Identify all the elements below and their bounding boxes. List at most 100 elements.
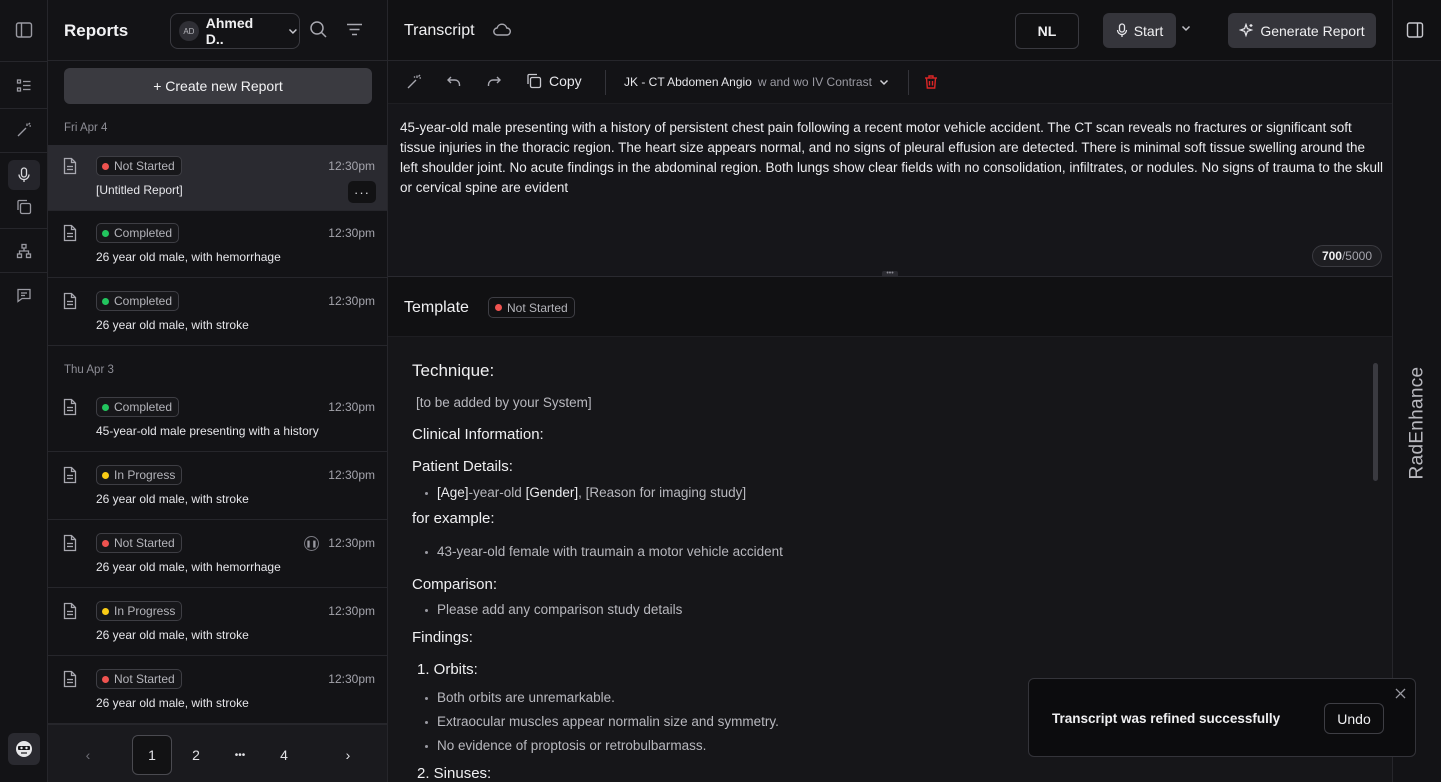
copy-button[interactable]: Copy: [526, 73, 582, 89]
undo-button[interactable]: Undo: [1324, 703, 1384, 734]
report-item[interactable]: Not Started ❚❚ 12:30pm 26 year old male,…: [48, 522, 387, 588]
section-heading: for example:: [412, 510, 495, 527]
char-max: /5000: [1341, 249, 1372, 263]
status-badge: Not Started: [96, 156, 182, 176]
page-button[interactable]: 2: [176, 735, 216, 775]
report-item[interactable]: In Progress 12:30pm 26 year old male, wi…: [48, 454, 387, 520]
mic-icon[interactable]: [8, 160, 40, 190]
magic-wand-icon[interactable]: [406, 74, 422, 93]
list-icon[interactable]: [8, 71, 40, 101]
copy-pages-icon[interactable]: [8, 192, 40, 222]
status-badge: Not Started: [96, 669, 182, 689]
report-time: 12:30pm: [328, 226, 375, 240]
template-title: Template: [404, 299, 469, 316]
status-badge: In Progress: [96, 601, 183, 621]
generate-report-button[interactable]: Generate Report: [1228, 13, 1376, 48]
section-heading: Patient Details:: [412, 458, 513, 475]
list-item: No evidence of proptosis or retrobulbarm…: [437, 738, 707, 753]
section-heading: Comparison:: [412, 576, 498, 593]
start-recording-button[interactable]: Start: [1103, 13, 1176, 48]
list-item: Extraocular muscles appear normalin size…: [437, 714, 779, 729]
language-button[interactable]: NL: [1015, 13, 1079, 49]
chat-icon[interactable]: [8, 280, 40, 310]
pause-icon[interactable]: ❚❚: [304, 536, 319, 551]
start-label: Start: [1133, 22, 1164, 39]
character-counter: 700/5000: [1311, 245, 1382, 267]
chevron-down-icon: [879, 79, 888, 86]
document-icon: [62, 224, 78, 245]
prev-page-button[interactable]: ‹: [68, 735, 108, 775]
redo-icon[interactable]: [486, 74, 502, 93]
user-select[interactable]: AD Ahmed D..: [170, 13, 300, 49]
more-options-button[interactable]: ···: [348, 181, 376, 203]
report-item[interactable]: Not Started 12:30pm [Untitled Report] ··…: [48, 145, 387, 211]
section-heading: Findings:: [412, 629, 473, 646]
toast-message: Transcript was refined successfully: [1052, 711, 1281, 726]
template-header: Template Not Started: [388, 277, 1392, 337]
toast-notification: Transcript was refined successfully Undo: [1028, 678, 1416, 757]
search-icon[interactable]: [309, 20, 329, 40]
page-ellipsis: •••: [234, 749, 246, 761]
date-group-label: Thu Apr 3: [64, 364, 114, 376]
page-button[interactable]: 4: [264, 735, 304, 775]
section-heading: Technique:: [412, 361, 495, 380]
user-avatar[interactable]: [8, 733, 40, 765]
status-badge: Not Started: [488, 297, 575, 318]
report-time: 12:30pm: [328, 400, 375, 414]
report-title: 26 year old male, with stroke: [96, 696, 249, 710]
right-rail: RadEnhance: [1392, 61, 1441, 782]
scrollbar[interactable]: [1373, 363, 1378, 481]
page-button[interactable]: 1: [132, 735, 172, 775]
transcript-title: Transcript: [404, 22, 475, 39]
report-time: 12:30pm: [328, 159, 375, 173]
transcript-editor[interactable]: 45-year-old male presenting with a histo…: [388, 104, 1392, 276]
section-heading: Clinical Information:: [412, 426, 544, 443]
hierarchy-icon[interactable]: [8, 236, 40, 266]
report-item[interactable]: Completed 12:30pm 26 year old male, with…: [48, 280, 387, 346]
document-icon: [62, 602, 78, 623]
document-icon: [62, 157, 78, 178]
reports-header: Reports AD Ahmed D..: [48, 0, 388, 61]
user-initials: AD: [179, 21, 199, 41]
copy-icon: [527, 73, 542, 89]
status-text: In Progress: [114, 468, 176, 482]
list-item: Both orbits are unremarkable.: [437, 690, 615, 705]
undo-icon[interactable]: [446, 74, 462, 93]
mic-icon: [1116, 23, 1127, 37]
user-name: Ahmed D..: [205, 15, 254, 47]
magic-wand-icon[interactable]: [8, 115, 40, 145]
close-icon[interactable]: [1395, 687, 1406, 702]
generate-label: Generate Report: [1260, 22, 1365, 39]
report-item[interactable]: In Progress 12:30pm 26 year old male, wi…: [48, 590, 387, 656]
report-item[interactable]: Completed 12:30pm 26 year old male, with…: [48, 212, 387, 278]
report-item[interactable]: Not Started 12:30pm 26 year old male, wi…: [48, 658, 387, 724]
report-item[interactable]: Completed 12:30pm 45-year-old male prese…: [48, 386, 387, 452]
sidebar-toggle-icon[interactable]: [8, 15, 40, 45]
report-time: 12:30pm: [328, 604, 375, 618]
reports-panel: Reports AD Ahmed D.. + Create new Report…: [48, 0, 388, 782]
list-item: [Age]-year-old [Gender], [Reason for ima…: [437, 485, 747, 500]
status-badge: Completed: [96, 223, 180, 243]
next-page-button[interactable]: ›: [328, 735, 368, 775]
filter-icon[interactable]: [345, 20, 365, 40]
date-group-label: Fri Apr 4: [64, 122, 108, 134]
cloud-icon: [493, 22, 511, 41]
document-icon: [62, 670, 78, 691]
status-badge: Not Started: [96, 533, 182, 553]
transcript-text[interactable]: 45-year-old male presenting with a histo…: [400, 118, 1385, 198]
create-report-button[interactable]: + Create new Report: [64, 68, 372, 104]
document-icon: [62, 534, 78, 555]
status-text: Completed: [114, 294, 173, 308]
chevron-down-icon[interactable]: [1180, 22, 1192, 37]
template-select[interactable]: JK - CT Abdomen Angio w and wo IV Contra…: [624, 75, 890, 89]
panel-toggle-icon[interactable]: [1406, 21, 1424, 42]
sparkle-icon: [1239, 23, 1254, 38]
report-title: 45-year-old male presenting with a histo…: [96, 424, 319, 438]
status-text: In Progress: [114, 604, 176, 618]
report-title: 26 year old male, with stroke: [96, 492, 249, 506]
report-time: 12:30pm: [328, 294, 375, 308]
section-heading: 2. Sinuses:: [417, 765, 492, 782]
document-icon: [62, 292, 78, 313]
trash-icon[interactable]: [923, 74, 939, 93]
char-count: 700: [1321, 249, 1342, 263]
